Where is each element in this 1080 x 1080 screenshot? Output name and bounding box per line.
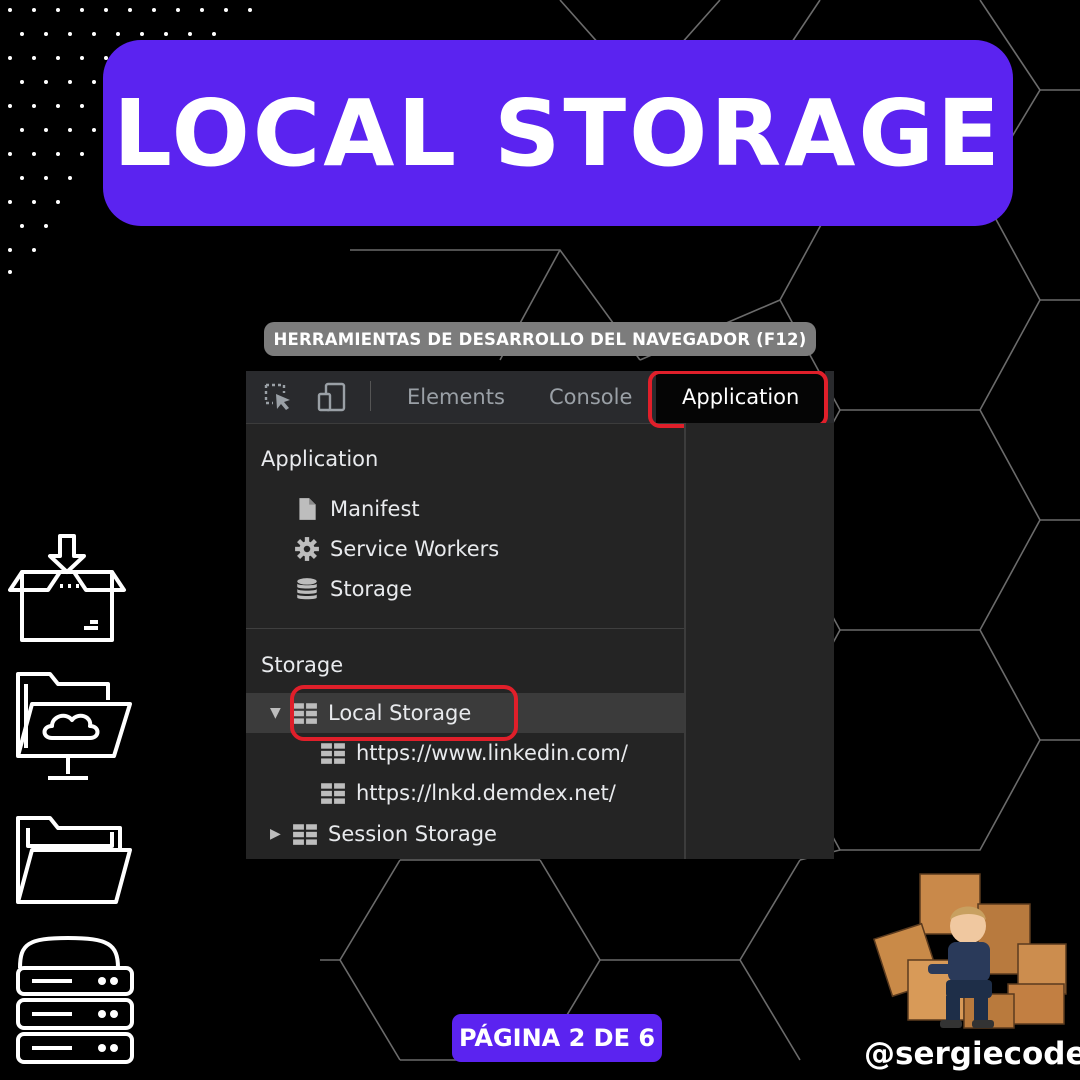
grid-icon (321, 743, 345, 764)
avatar (873, 873, 1067, 1029)
toolbar-separator (370, 381, 371, 411)
subtitle: HERRAMIENTAS DE DESARROLLO DEL NAVEGADOR… (273, 329, 807, 349)
origin-label: https://www.linkedin.com/ (356, 741, 628, 765)
database-icon (297, 578, 317, 600)
section-divider (246, 628, 684, 629)
session-storage-label: Session Storage (328, 822, 497, 846)
cloud-folder-monitor-icon (16, 672, 132, 780)
grid-icon (321, 783, 345, 804)
expand-arrow-right-icon[interactable]: ▶ (270, 814, 288, 854)
inspect-icon[interactable] (262, 381, 294, 413)
main-content-pane (686, 423, 834, 859)
sidebar-item-linkedin-origin[interactable]: https://www.linkedin.com/ (320, 733, 628, 773)
sidebar-item-label: Storage (330, 577, 413, 601)
tab-console[interactable]: Console (549, 371, 632, 423)
gear-icon (295, 537, 319, 561)
origin-label: https://lnkd.demdex.net/ (356, 781, 616, 805)
application-tab-highlight (648, 371, 828, 428)
sidebar-item-label: Manifest (330, 497, 420, 521)
application-section-heading: Application (261, 447, 379, 471)
title-banner: LOCAL STORAGE (103, 40, 1013, 226)
page-title: LOCAL STORAGE (113, 79, 1003, 187)
file-icon (299, 498, 316, 520)
open-folder-icon (16, 816, 132, 904)
sidebar-item-label: Service Workers (330, 537, 500, 561)
devtools-panel: Elements Console Application Application… (246, 371, 834, 859)
page-indicator-text: PÁGINA 2 DE 6 (458, 1024, 656, 1052)
tab-elements[interactable]: Elements (407, 371, 505, 423)
expand-arrow-down-icon[interactable]: ▼ (270, 693, 288, 733)
device-toggle-icon[interactable] (316, 381, 348, 413)
package-download-icon (8, 534, 126, 642)
sidebar-item-service-workers[interactable]: Service Workers (294, 529, 499, 569)
sidebar-item-session-storage[interactable]: ▶ Session Storage (270, 814, 497, 854)
sidebar-item-storage[interactable]: Storage (294, 569, 412, 609)
author-handle: @sergiecode (864, 1036, 1080, 1072)
devtools-toolbar: Elements Console Application (246, 371, 834, 428)
grid-icon (293, 824, 317, 845)
subtitle-pill: HERRAMIENTAS DE DESARROLLO DEL NAVEGADOR… (264, 322, 816, 356)
sidebar-item-manifest[interactable]: Manifest (294, 489, 420, 529)
sidebar-item-demdex-origin[interactable]: https://lnkd.demdex.net/ (320, 773, 616, 813)
server-icon (16, 935, 134, 1064)
page-indicator: PÁGINA 2 DE 6 (452, 1014, 662, 1062)
storage-section-heading: Storage (261, 653, 344, 677)
